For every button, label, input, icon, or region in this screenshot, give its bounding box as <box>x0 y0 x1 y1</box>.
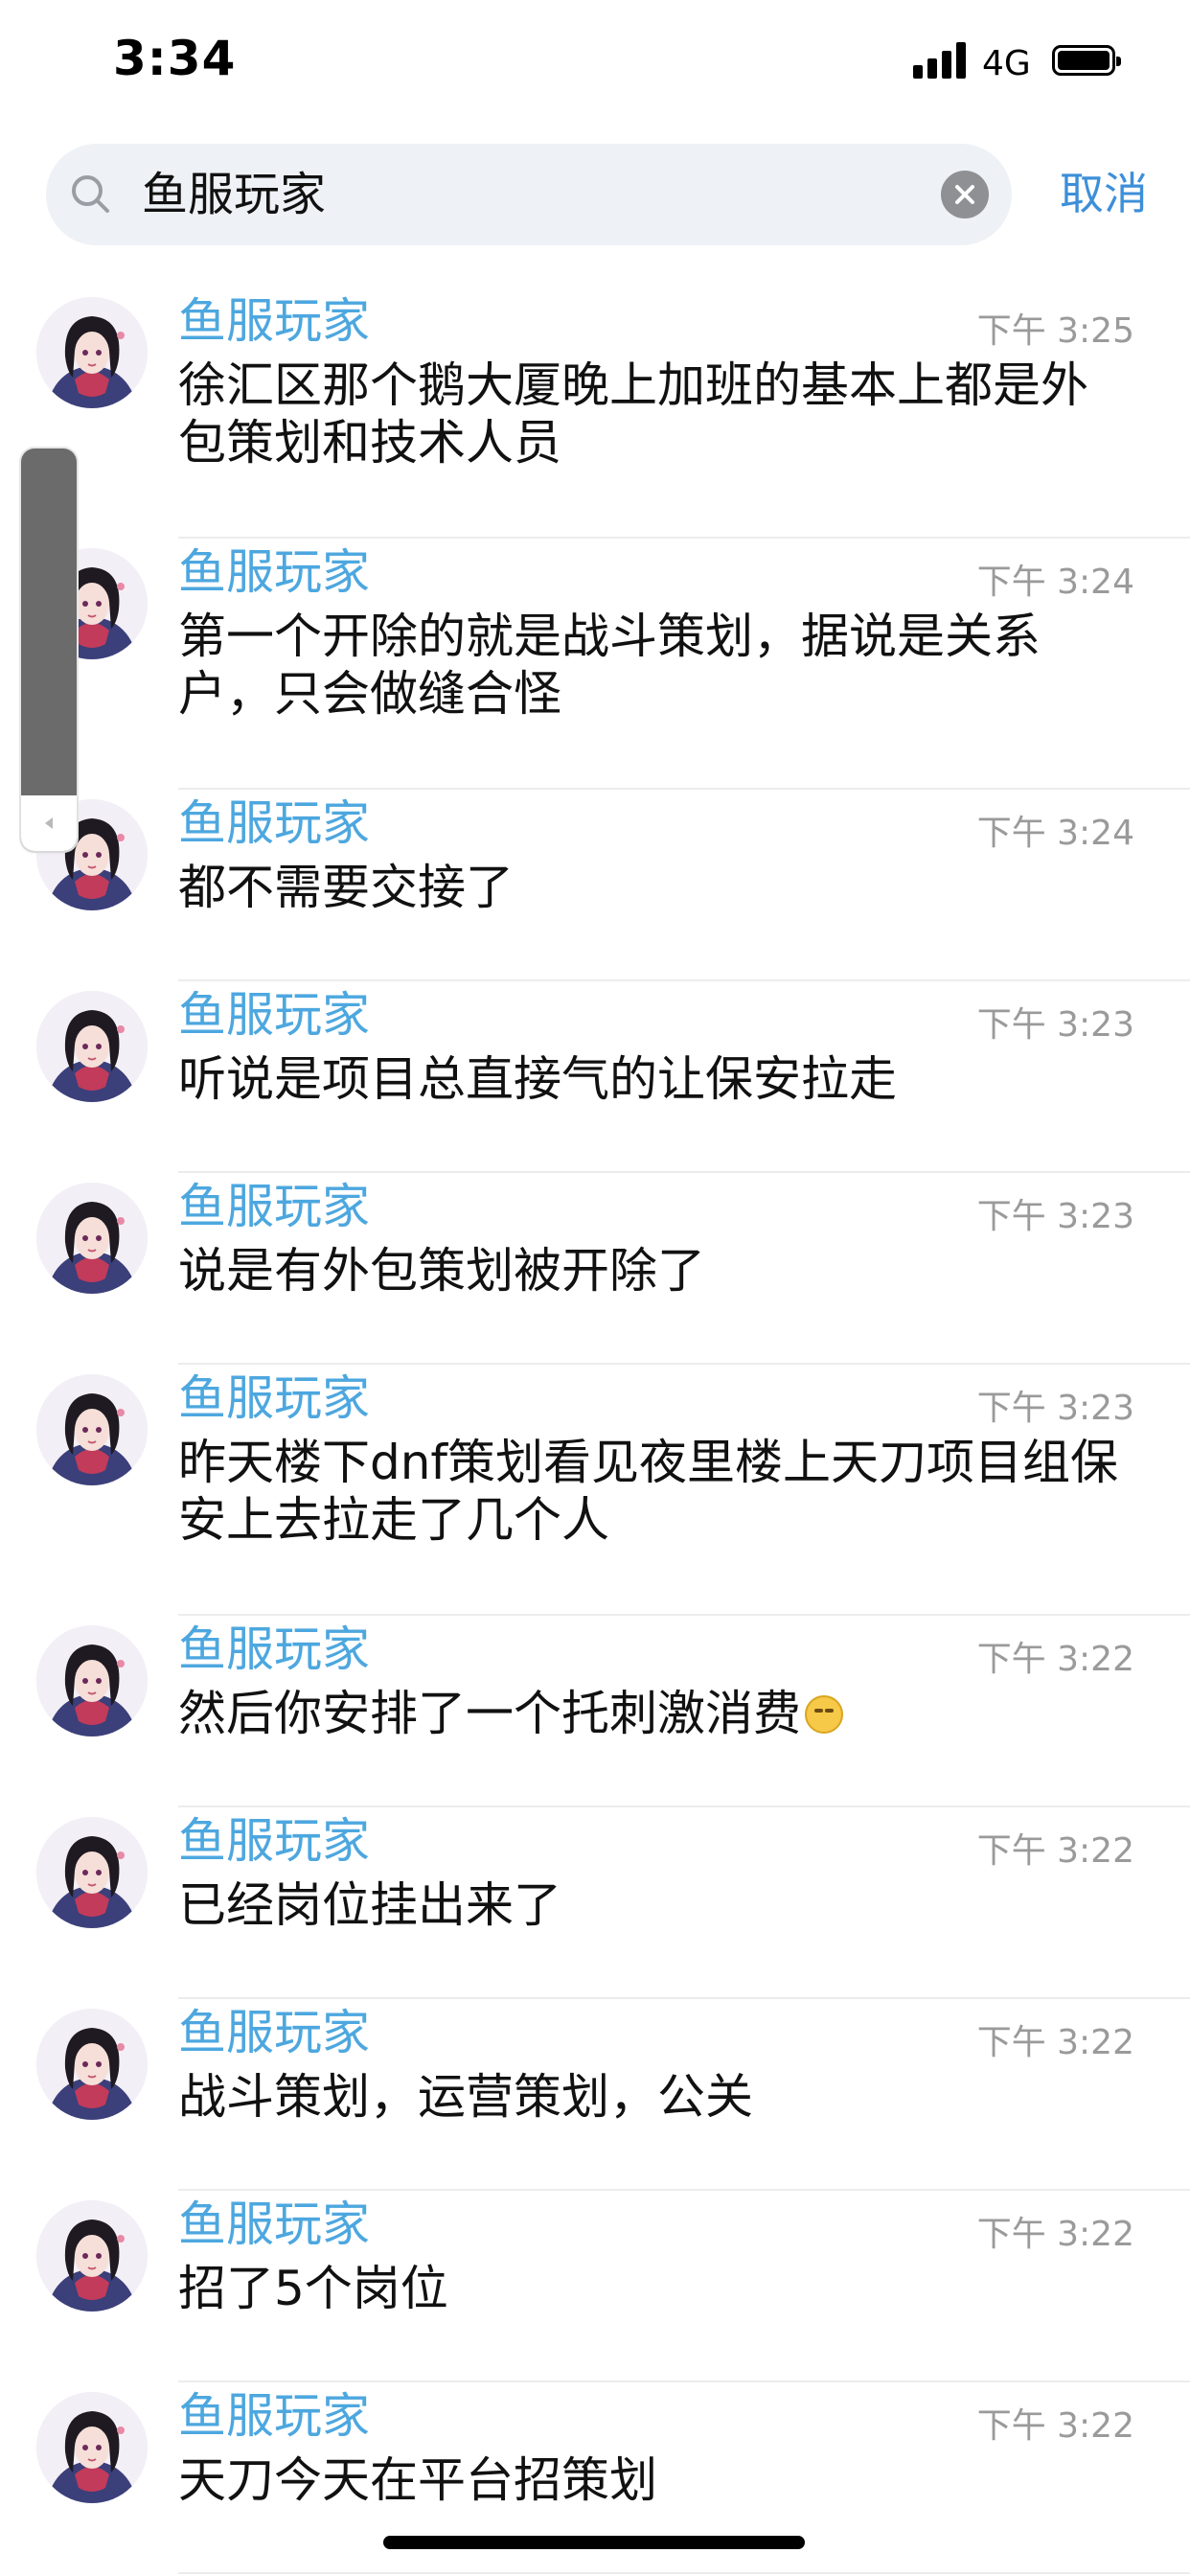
search-result-item[interactable]: 鱼服玩家 下午 3:23 听说是项目总直接气的让保安拉走 <box>0 981 1190 1173</box>
message-text-content: 昨天楼下dnf策划看见夜里楼上天刀项目组保安上去拉走了几个人 <box>178 1435 1119 1548</box>
message-timestamp: 下午 3:22 <box>976 2215 1134 2254</box>
message-text-content: 天刀今天在平台招策划 <box>178 2452 657 2508</box>
sender-name: 鱼服玩家 <box>178 2196 370 2252</box>
message-timestamp: 下午 3:23 <box>976 1197 1134 1236</box>
sender-name: 鱼服玩家 <box>178 1622 370 1677</box>
message-text: 都不需要交接了 <box>178 859 1127 916</box>
avatar[interactable] <box>36 297 148 408</box>
sender-name: 鱼服玩家 <box>178 2005 370 2060</box>
search-input[interactable]: 鱼服玩家 <box>46 144 1012 245</box>
avatar[interactable] <box>36 1625 148 1736</box>
message-timestamp: 下午 3:24 <box>976 814 1134 853</box>
message-timestamp: 下午 3:23 <box>976 1389 1134 1428</box>
search-result-item[interactable]: 鱼服玩家 下午 3:22 已经岗位挂出来了 <box>0 1807 1190 1999</box>
message-text-content: 战斗策划，运营策划，公关 <box>178 2069 753 2125</box>
message-text-content: 徐汇区那个鹅大厦晚上加班的基本上都是外包策划和技术人员 <box>178 357 1088 471</box>
message-timestamp: 下午 3:22 <box>976 1640 1134 1679</box>
message-text-content: 招了5个岗位 <box>178 2261 448 2316</box>
message-text: 天刀今天在平台招策划 <box>178 2451 1127 2509</box>
avatar[interactable] <box>36 1817 148 1928</box>
message-timestamp: 下午 3:25 <box>976 311 1134 351</box>
scroll-handle[interactable] <box>21 448 77 851</box>
clear-icon[interactable] <box>941 171 989 218</box>
sender-name: 鱼服玩家 <box>178 1813 370 1869</box>
search-result-item[interactable]: 鱼服玩家 下午 3:24 都不需要交接了 <box>0 790 1190 981</box>
message-timestamp: 下午 3:22 <box>976 2406 1134 2446</box>
message-text: 然后你安排了一个托刺激消费 <box>178 1685 1127 1742</box>
sender-name: 鱼服玩家 <box>178 1370 370 1426</box>
search-result-item[interactable]: 鱼服玩家 下午 3:22 招了5个岗位 <box>0 2191 1190 2382</box>
message-timestamp: 下午 3:22 <box>976 2023 1134 2062</box>
collapse-arrow-icon[interactable] <box>21 795 77 851</box>
status-bar: 3:34 4G <box>0 0 1190 134</box>
avatar[interactable] <box>36 991 148 1102</box>
divider <box>178 2572 1190 2574</box>
message-text: 战斗策划，运营策划，公关 <box>178 2068 1127 2126</box>
network-label: 4G <box>982 44 1031 83</box>
status-time: 3:34 <box>113 31 237 86</box>
sender-name: 鱼服玩家 <box>178 293 370 349</box>
battery-full-icon <box>1052 45 1121 76</box>
sender-name: 鱼服玩家 <box>178 2388 370 2444</box>
message-text-content: 都不需要交接了 <box>178 860 514 915</box>
message-text-content: 说是有外包策划被开除了 <box>178 1243 705 1299</box>
home-indicator[interactable] <box>383 2536 805 2549</box>
sender-name: 鱼服玩家 <box>178 987 370 1043</box>
message-text-content: 然后你安排了一个托刺激消费 <box>178 1686 801 1741</box>
sender-name: 鱼服玩家 <box>178 544 370 600</box>
message-text: 第一个开除的就是战斗策划，据说是关系户，只会做缝合怪 <box>178 608 1127 723</box>
search-result-item[interactable]: 鱼服玩家 下午 3:22 然后你安排了一个托刺激消费 <box>0 1616 1190 1807</box>
avatar[interactable] <box>36 2392 148 2503</box>
cancel-button[interactable]: 取消 <box>1060 166 1148 221</box>
search-result-item[interactable]: 鱼服玩家 下午 3:23 说是有外包策划被开除了 <box>0 1173 1190 1365</box>
search-result-item[interactable]: 鱼服玩家 下午 3:25 徐汇区那个鹅大厦晚上加班的基本上都是外包策划和技术人员 <box>0 288 1190 539</box>
search-result-item[interactable]: 鱼服玩家 下午 3:23 昨天楼下dnf策划看见夜里楼上天刀项目组保安上去拉走了几个… <box>0 1365 1190 1616</box>
message-text: 已经岗位挂出来了 <box>178 1876 1127 1934</box>
message-text: 说是有外包策划被开除了 <box>178 1242 1127 1300</box>
avatar[interactable] <box>36 2200 148 2312</box>
avatar[interactable] <box>36 1374 148 1485</box>
search-result-item[interactable]: 鱼服玩家 下午 3:22 战斗策划，运营策划，公关 <box>0 1999 1190 2191</box>
message-text: 徐汇区那个鹅大厦晚上加班的基本上都是外包策划和技术人员 <box>178 356 1127 472</box>
search-icon <box>67 171 115 218</box>
message-timestamp: 下午 3:23 <box>976 1005 1134 1045</box>
grimacing-emoji-icon <box>805 1695 843 1734</box>
signal-bars-icon <box>913 42 967 79</box>
message-text-content: 第一个开除的就是战斗策划，据说是关系户，只会做缝合怪 <box>178 609 1041 722</box>
message-timestamp: 下午 3:22 <box>976 1831 1134 1871</box>
search-query[interactable]: 鱼服玩家 <box>142 167 326 222</box>
message-text: 昨天楼下dnf策划看见夜里楼上天刀项目组保安上去拉走了几个人 <box>178 1434 1127 1549</box>
avatar[interactable] <box>36 2009 148 2120</box>
sender-name: 鱼服玩家 <box>178 1179 370 1234</box>
message-timestamp: 下午 3:24 <box>976 563 1134 602</box>
avatar[interactable] <box>36 1183 148 1294</box>
message-text-content: 已经岗位挂出来了 <box>178 1877 561 1933</box>
search-result-item[interactable]: 鱼服玩家 下午 3:24 第一个开除的就是战斗策划，据说是关系户，只会做缝合怪 <box>0 539 1190 790</box>
message-text: 听说是项目总直接气的让保安拉走 <box>178 1050 1127 1108</box>
message-text: 招了5个岗位 <box>178 2260 1127 2317</box>
sender-name: 鱼服玩家 <box>178 795 370 851</box>
message-text-content: 听说是项目总直接气的让保安拉走 <box>178 1051 897 1107</box>
